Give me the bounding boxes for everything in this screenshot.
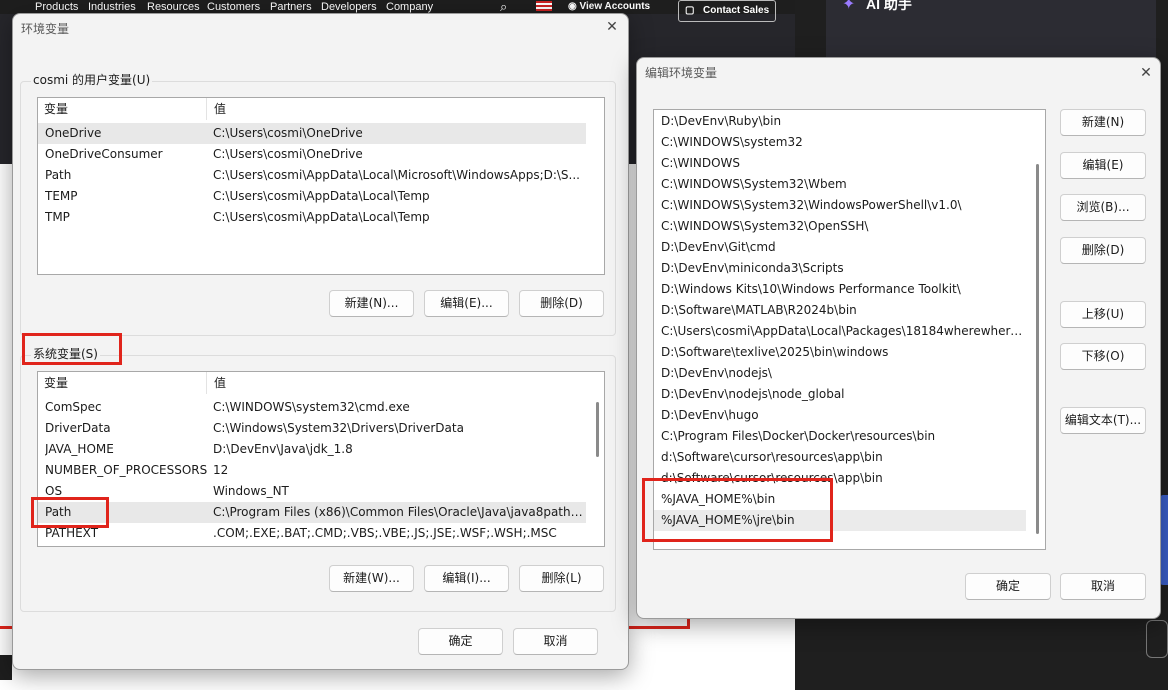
list-item[interactable]: D:\DevEnv\hugo xyxy=(654,405,1026,426)
nav-link-company[interactable]: Company xyxy=(386,0,433,14)
chat-icon: ▢ xyxy=(685,5,695,16)
table-row[interactable]: Path C:\Users\cosmi\AppData\Local\Micros… xyxy=(38,165,586,186)
nav-link-developers[interactable]: Developers xyxy=(321,0,377,14)
ok-button[interactable]: 确定 xyxy=(965,573,1051,600)
side-widget[interactable] xyxy=(1160,495,1168,585)
table-row[interactable]: OS Windows_NT xyxy=(38,481,586,502)
browse-button[interactable]: 浏览(B)... xyxy=(1060,194,1146,221)
list-item[interactable]: C:\Users\cosmi\AppData\Local\Packages\18… xyxy=(654,321,1026,342)
close-icon[interactable]: ✕ xyxy=(603,18,621,36)
list-item[interactable]: C:\WINDOWS\System32\OpenSSH\ xyxy=(654,216,1026,237)
table-row[interactable]: PATHEXT .COM;.EXE;.BAT;.CMD;.VBS;.VBE;.J… xyxy=(38,523,586,544)
column-header-variable[interactable]: 变量 xyxy=(38,372,68,394)
nav-link-resources[interactable]: Resources xyxy=(147,0,200,14)
dialog-title: 环境变量 xyxy=(21,22,70,36)
system-edit-button[interactable]: 编辑(I)... xyxy=(424,565,509,592)
view-accounts-link[interactable]: ◉ View Accounts xyxy=(568,0,650,14)
table-row[interactable]: TEMP C:\Users\cosmi\AppData\Local\Temp xyxy=(38,186,586,207)
table-row[interactable]: OneDriveConsumer C:\Users\cosmi\OneDrive xyxy=(38,144,586,165)
highlight-java-home-entries xyxy=(642,478,833,542)
system-delete-button[interactable]: 删除(L) xyxy=(519,565,604,592)
phone-icon[interactable] xyxy=(1146,620,1168,658)
list-item[interactable]: d:\Software\cursor\resources\app\bin xyxy=(654,447,1026,468)
table-row-selected[interactable]: Path C:\Program Files (x86)\Common Files… xyxy=(38,502,586,523)
scrollbar-thumb[interactable] xyxy=(596,402,599,457)
column-header-value[interactable]: 值 xyxy=(208,372,226,394)
user-new-button[interactable]: 新建(N)... xyxy=(329,290,414,317)
delete-button[interactable]: 删除(D) xyxy=(1060,237,1146,264)
table-row[interactable]: JAVA_HOME D:\DevEnv\Java\jdk_1.8 xyxy=(38,439,586,460)
system-vars-list[interactable]: 变量 值 ComSpec C:\WINDOWS\system32\cmd.exe… xyxy=(37,371,605,547)
assistant-label: AI 助手 xyxy=(866,0,912,12)
scrollbar[interactable] xyxy=(1034,114,1042,544)
column-separator[interactable] xyxy=(206,372,207,394)
nav-link-partners[interactable]: Partners xyxy=(270,0,312,14)
scrollbar[interactable] xyxy=(594,394,602,544)
nav-link-customers[interactable]: Customers xyxy=(207,0,260,14)
list-item[interactable]: D:\Windows Kits\10\Windows Performance T… xyxy=(654,279,1026,300)
table-row[interactable]: NUMBER_OF_PROCESSORS 12 xyxy=(38,460,586,481)
ok-button[interactable]: 确定 xyxy=(418,628,503,655)
table-row[interactable]: ComSpec C:\WINDOWS\system32\cmd.exe xyxy=(38,397,586,418)
nav-link-products[interactable]: Products xyxy=(35,0,78,14)
column-header-variable[interactable]: 变量 xyxy=(38,98,68,120)
table-row[interactable]: TMP C:\Users\cosmi\AppData\Local\Temp xyxy=(38,207,586,228)
move-down-button[interactable]: 下移(O) xyxy=(1060,343,1146,370)
background-dark-tab xyxy=(0,655,12,680)
table-row[interactable]: DriverData C:\Windows\System32\Drivers\D… xyxy=(38,418,586,439)
highlight-path-row xyxy=(31,497,109,528)
system-new-button[interactable]: 新建(W)... xyxy=(329,565,414,592)
background-nav-bar: Products Industries Resources Customers … xyxy=(0,0,795,14)
table-row[interactable]: OneDrive C:\Users\cosmi\OneDrive xyxy=(38,123,586,144)
close-icon[interactable]: ✕ xyxy=(1137,64,1155,82)
list-item[interactable]: D:\Software\MATLAB\R2024b\bin xyxy=(654,300,1026,321)
search-icon[interactable]: ⌕ xyxy=(500,0,507,14)
edit-button[interactable]: 编辑(E) xyxy=(1060,152,1146,179)
list-item[interactable]: C:\WINDOWS\System32\WindowsPowerShell\v1… xyxy=(654,195,1026,216)
list-item[interactable]: D:\DevEnv\nodejs\node_global xyxy=(654,384,1026,405)
us-flag-icon[interactable] xyxy=(536,1,552,11)
scrollbar-thumb[interactable] xyxy=(1036,164,1039,534)
list-item[interactable]: D:\DevEnv\nodejs\ xyxy=(654,363,1026,384)
list-item[interactable]: C:\WINDOWS\system32 xyxy=(654,132,1026,153)
user-vars-list[interactable]: 变量 值 OneDrive C:\Users\cosmi\OneDrive On… xyxy=(37,97,605,275)
cancel-button[interactable]: 取消 xyxy=(1060,573,1146,600)
edit-text-button[interactable]: 编辑文本(T)... xyxy=(1060,407,1146,434)
user-delete-button[interactable]: 删除(D) xyxy=(519,290,604,317)
list-item[interactable]: D:\DevEnv\Git\cmd xyxy=(654,237,1026,258)
move-up-button[interactable]: 上移(U) xyxy=(1060,301,1146,328)
nav-link-industries[interactable]: Industries xyxy=(88,0,136,14)
account-icon: ◉ xyxy=(568,1,580,12)
new-button[interactable]: 新建(N) xyxy=(1060,109,1146,136)
sparkle-icon: ✦ xyxy=(842,0,856,13)
cancel-button[interactable]: 取消 xyxy=(513,628,598,655)
highlight-system-vars-label xyxy=(22,333,122,365)
contact-sales-button[interactable]: ▢ Contact Sales xyxy=(678,0,777,22)
user-vars-label: cosmi 的用户变量(U) xyxy=(31,71,153,88)
user-edit-button[interactable]: 编辑(E)... xyxy=(424,290,509,317)
dialog-title: 编辑环境变量 xyxy=(645,66,718,80)
list-item[interactable]: C:\Program Files\Docker\Docker\resources… xyxy=(654,426,1026,447)
list-item[interactable]: C:\WINDOWS xyxy=(654,153,1026,174)
list-item[interactable]: D:\DevEnv\miniconda3\Scripts xyxy=(654,258,1026,279)
list-item[interactable]: C:\WINDOWS\System32\Wbem xyxy=(654,174,1026,195)
column-separator[interactable] xyxy=(206,98,207,120)
list-item[interactable]: D:\Software\texlive\2025\bin\windows xyxy=(654,342,1026,363)
list-item[interactable]: D:\DevEnv\Ruby\bin xyxy=(654,111,1026,132)
column-header-value[interactable]: 值 xyxy=(208,98,226,120)
